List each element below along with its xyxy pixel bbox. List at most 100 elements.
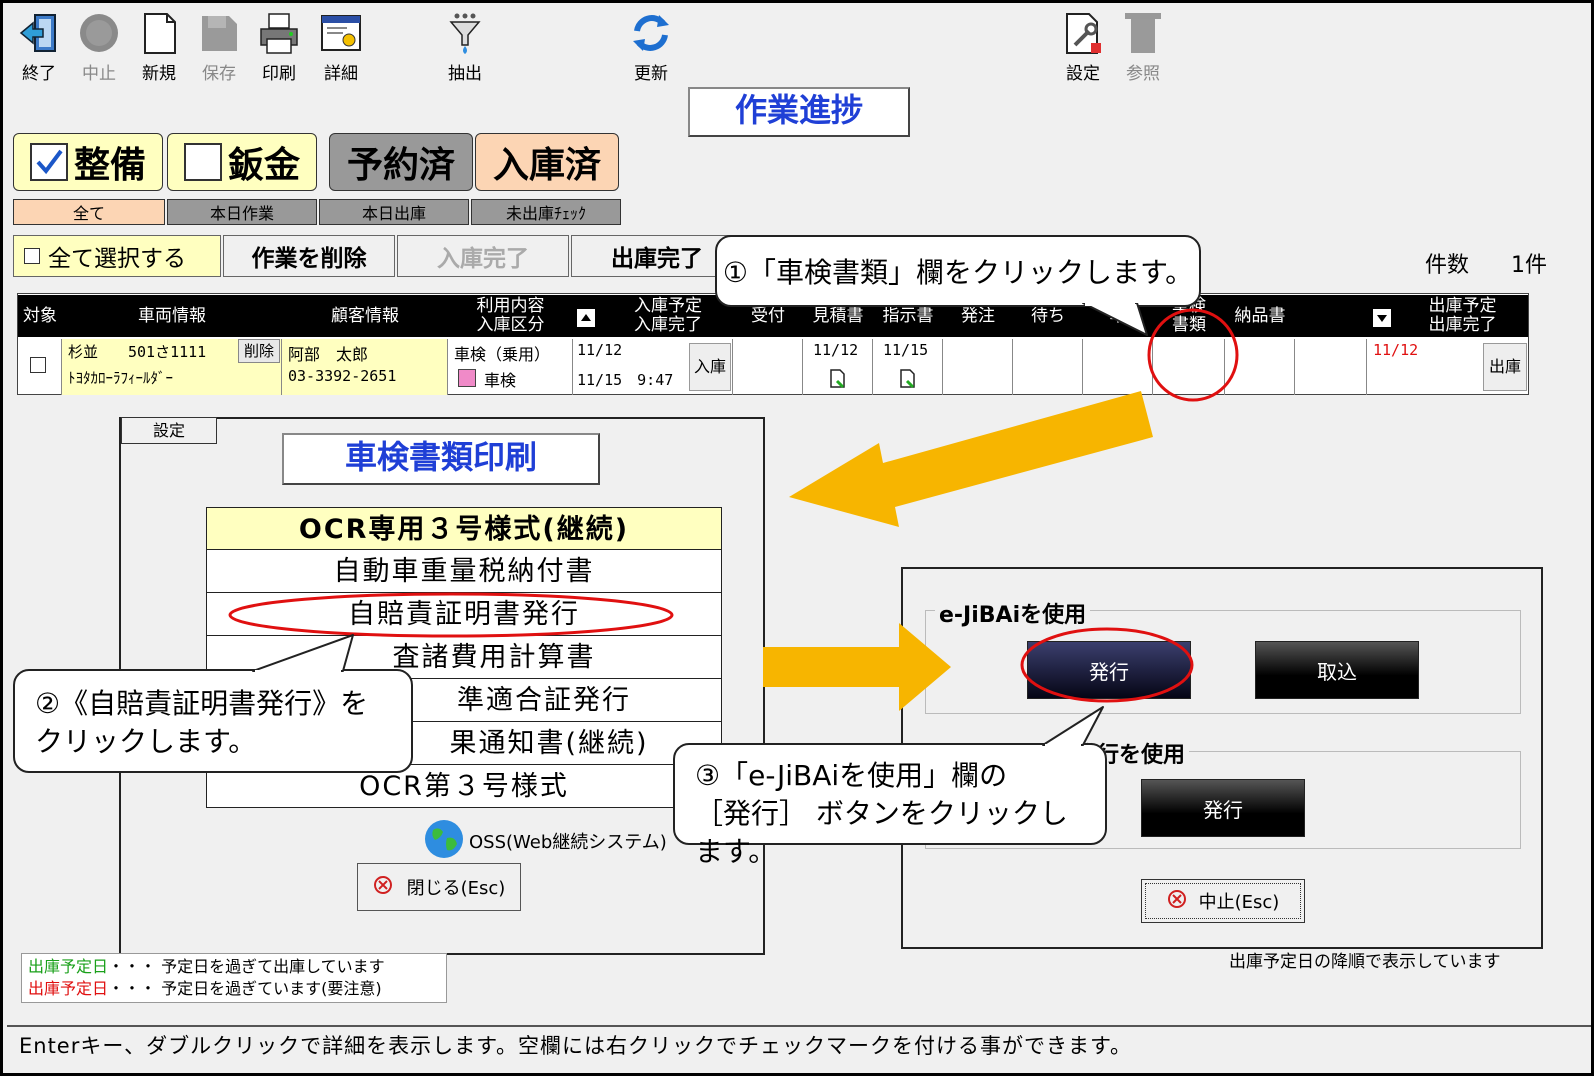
checkout-cell[interactable]: 11/12 出庫 [1367, 339, 1528, 395]
toolbar-browse-button[interactable]: 参照 [1115, 9, 1171, 85]
count-value: 1件 [1511, 253, 1547, 278]
col-header-checkin[interactable]: 入庫予定 入庫完了 [573, 295, 733, 337]
header-text: 入庫完了 [634, 315, 702, 335]
tab-not-out-check[interactable]: 未出庫ﾁｪｯｸ [471, 199, 621, 225]
page-title: 作業進捗 [688, 87, 910, 137]
col-header-target: 対象 [18, 295, 62, 337]
toolbar-label: 更新 [634, 64, 668, 84]
toolbar-print-button[interactable]: 印刷 [251, 9, 307, 85]
header-text: 指示書 [882, 305, 934, 326]
customer-phone: 03-3392-2651 [288, 367, 397, 385]
dialog-tab-settings[interactable]: 設定 [121, 417, 217, 444]
select-all-label: 全て選択する [48, 246, 186, 272]
col-header-blank [1295, 295, 1367, 337]
oss-label: OSS(Web継続システム) [469, 832, 667, 853]
toolbar-label: 新規 [142, 64, 176, 84]
header-text: 利用内容 [476, 296, 545, 316]
checkbox-empty-icon [183, 143, 222, 181]
highlight-circle [1147, 308, 1239, 402]
tab-today-out[interactable]: 本日出庫 [319, 199, 469, 225]
sort-desc-icon[interactable] [1373, 309, 1391, 327]
highlight-circle [1020, 627, 1194, 703]
arrow-to-jibai-dialog [763, 623, 951, 711]
delete-work-button[interactable]: 作業を削除 [223, 235, 395, 277]
checkin-complete-button[interactable]: 入庫完了 [397, 235, 569, 277]
toolbar-label: 設定 [1066, 64, 1100, 84]
blank-cell[interactable] [1295, 339, 1367, 395]
toolbar-stop-button[interactable]: 中止 [71, 9, 127, 85]
menu-ocr3-renewal[interactable]: OCR専用３号様式(継続) [206, 507, 722, 550]
callout-step1-text: ①「車検書類」欄をクリックします。 [722, 256, 1194, 289]
sort-note: 出庫予定日の降順で表示しています [1229, 952, 1501, 972]
toolbar-extract-button[interactable]: 抽出 [437, 9, 493, 85]
row-checkbox[interactable] [30, 357, 46, 373]
cancel-x-icon [1167, 889, 1187, 914]
callout-pointer [1082, 303, 1148, 336]
customer-cell[interactable]: 阿部 太郎 03-3392-2651 [282, 339, 448, 395]
header-text: 見積書 [812, 305, 864, 326]
funnel-filter-icon [443, 11, 487, 55]
category-text: 車検 [484, 371, 517, 390]
callout-pointer [1042, 706, 1104, 747]
customer-name: 阿部 太郎 [288, 345, 369, 364]
toolbar-exit-button[interactable]: 終了 [11, 9, 67, 85]
callout-step3-text: ③「e-JiBAiを使用」欄の [695, 759, 1008, 792]
tab-all[interactable]: 全て [13, 199, 165, 225]
filter-seibi-toggle[interactable]: 整備 [13, 133, 163, 191]
callout-step2: ②《自賠責証明書発行》を クリックします。 [13, 669, 413, 773]
toolbar-new-button[interactable]: 新規 [131, 9, 187, 85]
callout-step1: ①「車検書類」欄をクリックします。 [715, 235, 1201, 307]
filter-bankin-toggle[interactable]: 鈑金 [167, 133, 317, 191]
close-label: 閉じる(Esc) [406, 878, 506, 899]
menu-weight-tax[interactable]: 自動車重量税納付書 [206, 550, 722, 593]
legend-text: ・・・ 予定日を過ぎて出庫しています [108, 957, 385, 976]
callout-step2-text: クリックします。 [35, 725, 257, 758]
toolbar-detail-button[interactable]: 詳細 [313, 9, 369, 85]
checkbox-empty-icon [24, 248, 40, 264]
toolbar-label: 印刷 [262, 64, 296, 84]
checkout-button[interactable]: 出庫 [1483, 343, 1527, 391]
select-all-checkbox[interactable]: 全て選択する [13, 235, 221, 277]
filter-reserved-button[interactable]: 予約済 [329, 133, 473, 191]
other-issue-button[interactable]: 発行 [1141, 779, 1305, 837]
exit-door-icon [17, 11, 61, 55]
toolbar-refresh-button[interactable]: 更新 [623, 9, 679, 85]
detail-window-icon [319, 11, 363, 55]
callout-step3: ③「e-JiBAiを使用」欄の ［発行］ ボタンをクリックします。 [673, 743, 1107, 868]
legend-item: 出庫予定日・・・ 予定日を過ぎて出庫しています [28, 956, 440, 978]
toolbar-settings-button[interactable]: 設定 [1055, 9, 1111, 85]
oss-link[interactable]: OSS(Web継続システム) [423, 819, 667, 861]
toolbar-save-button[interactable]: 保存 [191, 9, 247, 85]
checkin-plan: 11/12 [577, 341, 623, 359]
status-bar: Enterキー、ダブルクリックで詳細を表示します。空欄には右クリックでチェックマ… [7, 1025, 1591, 1073]
jibai-cancel-button[interactable]: 中止(Esc) [1141, 879, 1305, 923]
checkin-cell[interactable]: 11/12 11/15 9:47 入庫 [573, 339, 733, 395]
close-button[interactable]: 閉じる(Esc) [357, 863, 521, 911]
callout-pointer [252, 634, 354, 673]
refresh-icon [629, 11, 673, 55]
header-text: 出庫予定 [1428, 296, 1497, 316]
vehicle-cell[interactable]: 杉並 501さ1111 削除 ﾄﾖﾀｶﾛｰﾗﾌｨｰﾙﾀﾞｰ [62, 339, 282, 395]
vehicle-delete-button[interactable]: 削除 [238, 339, 280, 363]
checkin-button[interactable]: 入庫 [689, 343, 731, 391]
callout-step2-text: ②《自賠責証明書発行》を [35, 687, 369, 720]
highlight-ellipse [228, 592, 674, 638]
header-text: 対象 [23, 305, 57, 326]
usage-cell[interactable]: 車検（乗用） 車検 [448, 339, 573, 395]
col-header-checkout[interactable]: 出庫予定 出庫完了 [1367, 295, 1528, 337]
print-dialog-title: 車検書類印刷 [282, 433, 600, 485]
toolbar-label: 抽出 [448, 64, 482, 84]
sort-asc-icon[interactable] [577, 309, 595, 327]
tab-today-work[interactable]: 本日作業 [167, 199, 317, 225]
col-header-usage: 利用内容 入庫区分 [448, 295, 573, 337]
cancel-label: 中止(Esc) [1198, 892, 1280, 913]
toolbar-label: 参照 [1126, 64, 1160, 84]
vehicle-plate: 杉並 501さ1111 [68, 343, 207, 361]
row-select-cell[interactable] [18, 339, 62, 395]
filter-checked-in-button[interactable]: 入庫済 [475, 133, 619, 191]
checkout-plan: 11/12 [1373, 341, 1419, 359]
filter-bankin-label: 鈑金 [227, 145, 300, 186]
check-icon [29, 143, 68, 181]
ejibai-import-button[interactable]: 取込 [1255, 641, 1419, 699]
header-text: 受付 [751, 305, 785, 326]
